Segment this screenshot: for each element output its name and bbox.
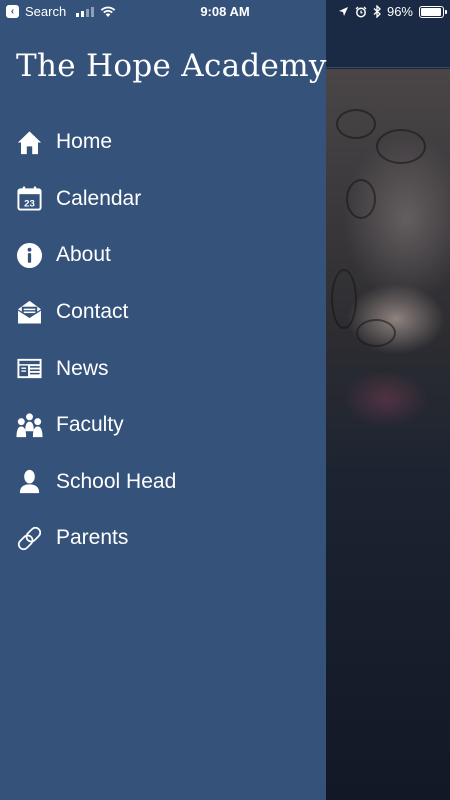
newspaper-icon xyxy=(16,355,43,382)
link-icon xyxy=(16,525,43,552)
menu-item-parents[interactable]: Parents xyxy=(0,510,326,567)
menu-item-home[interactable]: Home xyxy=(0,114,326,171)
menu-item-calendar[interactable]: 23 Calendar xyxy=(0,171,326,228)
calendar-icon-day: 23 xyxy=(24,199,35,210)
home-icon xyxy=(16,129,43,156)
navigation-drawer: The Hope Academy Home 23 Calendar About … xyxy=(0,0,326,800)
menu-item-school-head[interactable]: School Head xyxy=(0,454,326,511)
calendar-icon: 23 xyxy=(16,185,43,212)
menu-item-label: Parents xyxy=(56,526,129,550)
menu-item-contact[interactable]: Contact xyxy=(0,284,326,341)
menu-item-label: Home xyxy=(56,130,113,154)
menu-item-label: Contact xyxy=(56,300,129,324)
menu-item-label: Calendar xyxy=(56,186,142,210)
alarm-icon xyxy=(355,6,367,17)
envelope-icon xyxy=(16,299,43,326)
status-bar: ‹ Search 9:08 AM 96% xyxy=(0,0,450,24)
menu-item-label: News xyxy=(56,356,109,380)
info-icon xyxy=(16,242,43,269)
menu-item-faculty[interactable]: Faculty xyxy=(0,397,326,454)
menu-item-about[interactable]: About xyxy=(0,227,326,284)
drawer-menu: Home 23 Calendar About Contact News Facu… xyxy=(0,114,326,567)
background-photo xyxy=(326,69,450,800)
menu-item-label: About xyxy=(56,243,111,267)
menu-item-news[interactable]: News xyxy=(0,340,326,397)
menu-item-label: Faculty xyxy=(56,413,124,437)
drawer-title: The Hope Academy xyxy=(16,48,327,84)
people-icon xyxy=(16,412,43,439)
person-icon xyxy=(16,468,43,495)
location-arrow-icon xyxy=(338,7,348,16)
bluetooth-icon xyxy=(373,5,381,18)
menu-item-label: School Head xyxy=(56,469,177,493)
battery-percent: 96% xyxy=(386,4,413,19)
battery-icon xyxy=(419,5,447,18)
